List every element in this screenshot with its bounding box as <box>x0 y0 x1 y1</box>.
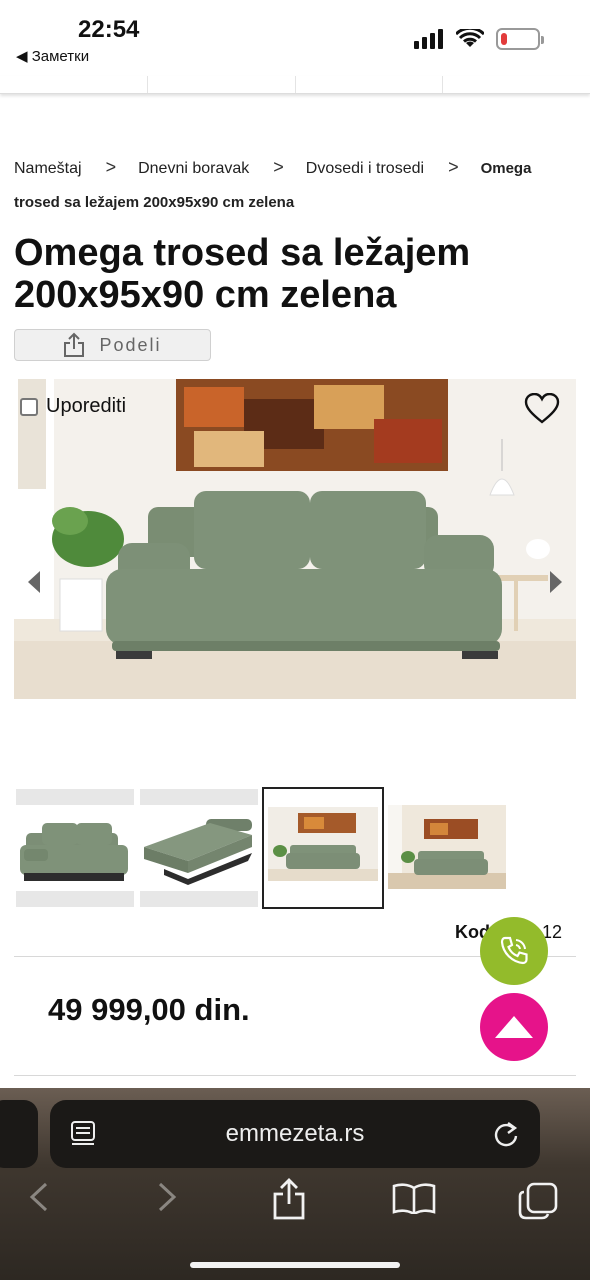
breadcrumb-separator-icon: > <box>105 157 117 177</box>
thumbnail-2[interactable] <box>140 789 258 907</box>
divider <box>14 1075 576 1076</box>
sofa-room-thumbnail-image <box>268 807 378 881</box>
thumbnail-1[interactable] <box>16 789 134 907</box>
status-bar: 22:54 ◀ Заметки <box>0 0 590 76</box>
chevron-left-icon[interactable] <box>28 571 40 593</box>
bookmarks-icon[interactable] <box>392 1182 436 1214</box>
thumbnail-4[interactable] <box>388 789 506 907</box>
back-icon[interactable] <box>28 1182 50 1212</box>
share-button[interactable]: Podeli <box>14 329 211 361</box>
browser-bottom-bar: emmezeta.rs <box>0 1088 590 1280</box>
compare-checkbox[interactable]: Uporediti <box>20 395 126 418</box>
heart-icon[interactable] <box>524 393 560 425</box>
sofa-bed-thumbnail-image <box>144 819 252 885</box>
checkbox-icon <box>20 397 38 416</box>
thumbnail-band <box>140 891 258 907</box>
share-icon <box>64 332 85 357</box>
compare-label: Uporediti <box>46 395 127 417</box>
breadcrumb-separator-icon: > <box>448 157 459 177</box>
previous-tab-preview[interactable] <box>0 1100 38 1168</box>
status-icons <box>414 28 544 50</box>
share-page-icon[interactable] <box>272 1178 306 1220</box>
nav-segment[interactable] <box>443 76 590 93</box>
breadcrumb-separator-icon: > <box>273 157 284 177</box>
phone-icon <box>500 936 528 965</box>
nav-segment[interactable] <box>296 76 444 93</box>
share-label: Podeli <box>99 334 162 355</box>
breadcrumb: Nameštaj > Dnevni boravak > Dvosedi i trosed… <box>14 150 574 220</box>
chevron-right-icon[interactable] <box>550 571 562 593</box>
back-to-app-link[interactable]: ◀ Заметки <box>16 47 89 65</box>
up-arrow-icon <box>495 1016 533 1038</box>
nav-segment[interactable] <box>148 76 296 93</box>
sofa-room-photo <box>14 379 576 699</box>
status-time: 22:54 <box>78 16 140 43</box>
url-text: emmezeta.rs <box>225 1120 365 1147</box>
breadcrumb-item[interactable]: Dvosedi i trosedi <box>306 160 424 177</box>
tabs-icon[interactable] <box>518 1182 558 1220</box>
site-top-nav <box>0 76 590 94</box>
wifi-icon <box>456 29 484 47</box>
thumbnail-band <box>16 891 134 907</box>
sofa-room-thumbnail-image <box>388 805 506 889</box>
cellular-signal-icon <box>414 29 443 49</box>
nav-segment[interactable] <box>0 76 148 93</box>
address-bar[interactable]: emmezeta.rs <box>50 1100 540 1168</box>
page-title: Omega trosed sa ležajem 200x95x90 cm zel… <box>14 232 471 316</box>
battery-icon <box>496 28 544 50</box>
reload-icon[interactable] <box>492 1119 520 1149</box>
breadcrumb-item[interactable]: Dnevni boravak <box>138 160 249 177</box>
home-indicator <box>190 1262 400 1268</box>
sofa-thumbnail-image <box>20 823 128 881</box>
product-main-image[interactable]: Uporediti <box>14 379 576 699</box>
call-button[interactable] <box>480 917 548 985</box>
breadcrumb-item[interactable]: Nameštaj <box>14 160 82 177</box>
scroll-to-top-button[interactable] <box>480 993 548 1061</box>
thumbnail-3-selected[interactable] <box>262 787 384 909</box>
forward-icon[interactable] <box>156 1182 178 1212</box>
product-price: 49 999,00 din. <box>48 992 250 1027</box>
battery-level <box>501 33 507 45</box>
